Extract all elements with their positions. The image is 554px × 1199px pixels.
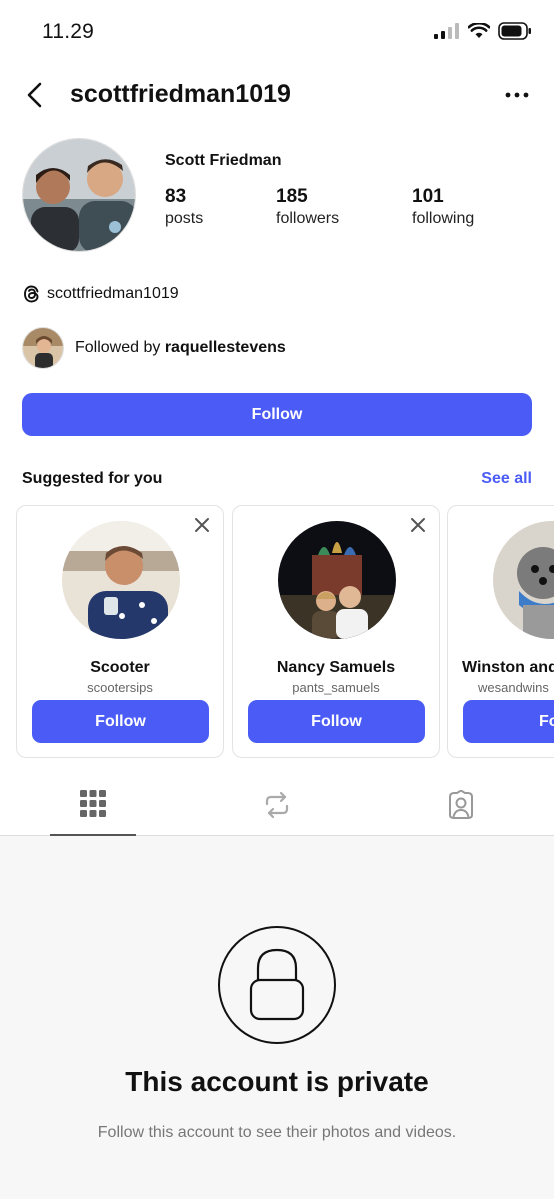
suggested-avatar[interactable] (62, 521, 180, 639)
stat-followers-label: followers (276, 210, 340, 227)
stat-following-value: 101 (412, 186, 444, 207)
tagged-icon (449, 790, 473, 819)
private-account-notice: This account is private Follow this acco… (0, 836, 554, 1199)
suggested-card[interactable]: Scooter scootersips Follow (16, 505, 224, 758)
threads-icon (24, 285, 39, 303)
followed-by-prefix: Followed by (75, 339, 165, 356)
suggested-follow-button[interactable]: Foll (463, 700, 554, 743)
stat-followers[interactable]: 185 followers (276, 186, 339, 228)
profile-header: scottfriedman1019 (0, 70, 554, 120)
suggested-handle: scootersips (87, 680, 153, 695)
suggested-card[interactable]: Winston and wesandwins Foll (447, 505, 554, 758)
threads-link[interactable]: scottfriedman1019 (22, 284, 179, 304)
profile-tabs (0, 778, 554, 837)
stat-posts-label: posts (165, 210, 204, 227)
mutual-follower-avatar (22, 327, 64, 369)
profile-photo (23, 139, 135, 251)
suggested-follow-button[interactable]: Follow (248, 700, 425, 743)
header-username: scottfriedman1019 (70, 80, 291, 108)
wifi-icon (468, 23, 490, 38)
battery-icon (498, 22, 531, 40)
tab-tagged[interactable] (418, 778, 504, 836)
suggested-avatar[interactable] (278, 521, 396, 639)
suggested-avatar[interactable] (493, 521, 554, 639)
status-icons (434, 22, 532, 40)
suggested-name: Winston and (462, 659, 554, 676)
suggested-card[interactable]: Nancy Samuels pants_samuels Follow (232, 505, 440, 758)
close-icon (195, 518, 209, 532)
status-time: 11.29 (42, 20, 94, 43)
followed-by-username[interactable]: raquellestevens (165, 339, 286, 356)
stat-followers-value: 185 (276, 186, 308, 207)
suggested-follow-button[interactable]: Follow (32, 700, 209, 743)
stat-following-label: following (412, 210, 475, 227)
dismiss-suggestion-button[interactable] (409, 516, 427, 534)
stat-posts[interactable]: 83 posts (165, 186, 203, 228)
back-button[interactable] (22, 78, 52, 112)
see-all-link[interactable]: See all (481, 470, 532, 488)
threads-handle: scottfriedman1019 (47, 285, 179, 302)
dismiss-suggestion-button[interactable] (193, 516, 211, 534)
close-icon (411, 518, 425, 532)
profile-avatar[interactable] (22, 138, 136, 252)
suggested-title: Suggested for you (22, 470, 163, 487)
tab-reposts[interactable] (234, 778, 320, 836)
suggested-name: Scooter (90, 659, 150, 676)
status-bar: 11.29 (0, 0, 554, 64)
more-horizontal-icon (505, 92, 529, 98)
followed-by[interactable]: Followed by raquellestevens (22, 327, 286, 369)
suggested-name: Nancy Samuels (276, 659, 396, 676)
grid-icon (80, 790, 106, 817)
display-name: Scott Friedman (165, 152, 282, 169)
tab-grid[interactable] (50, 778, 136, 837)
reposts-icon (265, 791, 289, 819)
suggested-handle: wesandwins (478, 680, 549, 695)
private-title: This account is private (125, 1066, 429, 1097)
stat-posts-value: 83 (165, 186, 187, 207)
chevron-left-icon (27, 82, 42, 108)
suggested-carousel[interactable]: Scooter scootersips Follow Nancy Samuels… (16, 505, 554, 758)
suggested-handle: pants_samuels (292, 680, 380, 695)
stat-following[interactable]: 101 following (412, 186, 474, 228)
lock-icon (218, 926, 336, 1044)
follow-button[interactable]: Follow (22, 393, 532, 436)
cellular-signal-icon (434, 23, 459, 39)
private-subtitle: Follow this account to see their photos … (97, 1124, 457, 1141)
more-options-button[interactable] (502, 82, 532, 108)
followed-by-text: Followed by raquellestevens (75, 339, 286, 357)
